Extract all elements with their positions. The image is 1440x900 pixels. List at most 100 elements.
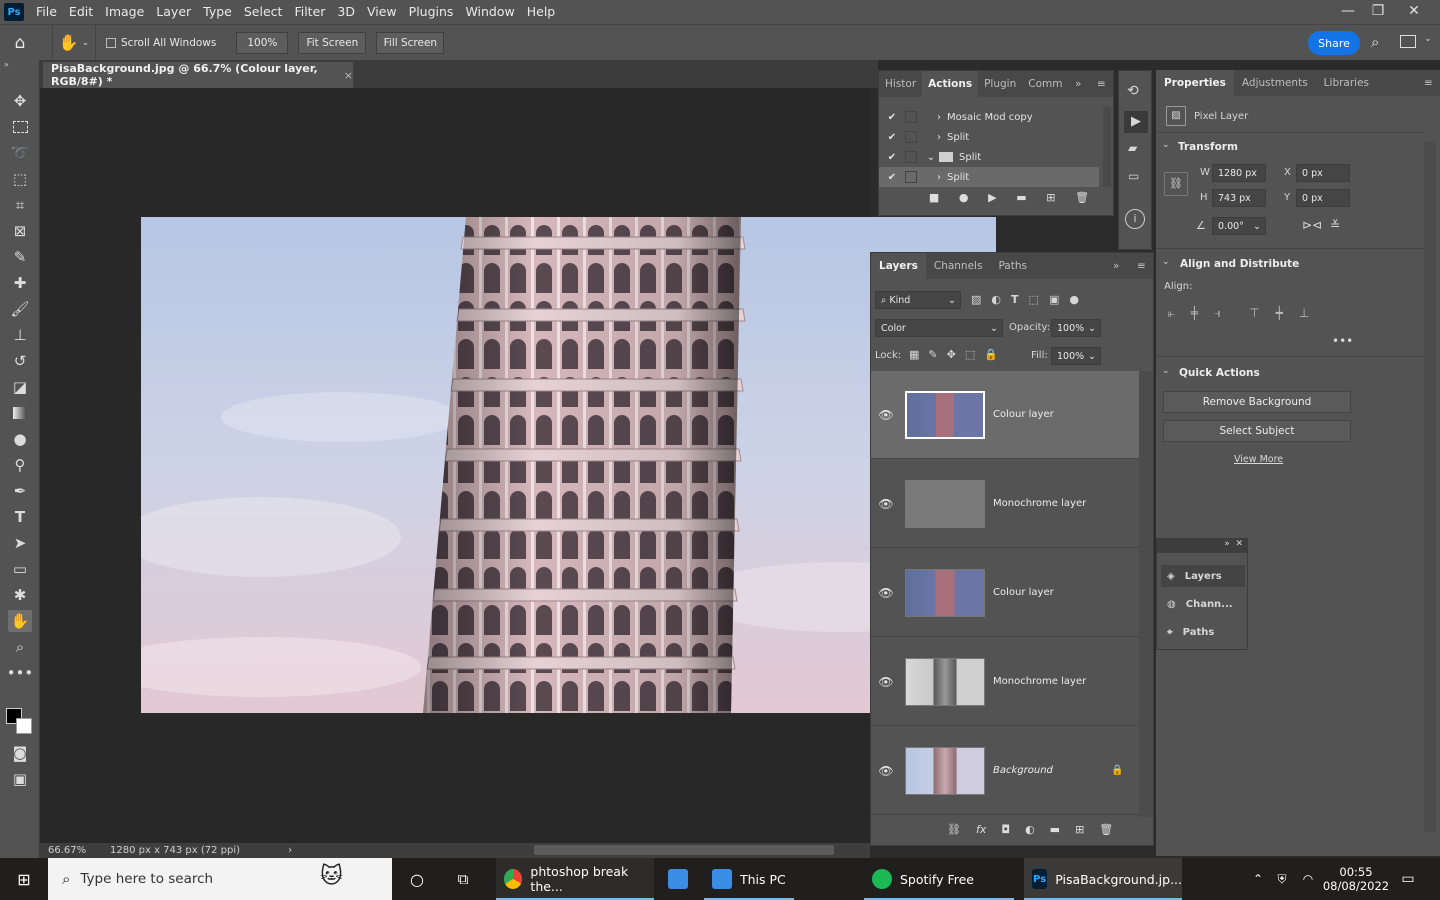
cortana-icon[interactable]: ○ bbox=[400, 858, 434, 900]
tab-comments[interactable]: Comm bbox=[1022, 78, 1068, 90]
menu-select[interactable]: Select bbox=[238, 0, 289, 24]
menu-window[interactable]: Window bbox=[459, 0, 520, 24]
document-tab[interactable]: PisaBackground.jpg @ 66.7% (Colour layer… bbox=[43, 62, 353, 88]
y-input[interactable]: 0 px bbox=[1296, 189, 1350, 207]
chevron-down-icon[interactable]: ⌄ bbox=[925, 152, 937, 163]
check-icon[interactable]: ✔ bbox=[879, 112, 905, 123]
pen-tool-icon[interactable]: ✒ bbox=[8, 480, 32, 502]
layer-row[interactable]: 👁 Colour layer bbox=[871, 371, 1139, 459]
remove-background-button[interactable]: Remove Background bbox=[1163, 391, 1351, 413]
tab-paths[interactable]: Paths bbox=[990, 260, 1035, 272]
action-item[interactable]: ✔ › Mosaic Mod copy bbox=[879, 107, 1099, 127]
windows-start-icon[interactable]: ⊞ bbox=[0, 858, 48, 900]
chevron-right-icon[interactable]: › bbox=[288, 845, 292, 856]
flip-horizontal-icon[interactable]: ⊳⊲ bbox=[1302, 218, 1322, 232]
dock-item-layers[interactable]: ◈ Layers bbox=[1161, 565, 1245, 587]
scroll-all-checkbox[interactable] bbox=[106, 37, 116, 48]
delete-icon[interactable]: 🗑 bbox=[1075, 191, 1089, 204]
visibility-eye-icon[interactable]: 👁 bbox=[871, 675, 901, 689]
link-layers-icon[interactable]: ⛓ bbox=[947, 823, 961, 836]
taskbar-chrome[interactable]: phtoshop break the... bbox=[496, 858, 654, 900]
taskbar-spotify[interactable]: Spotify Free bbox=[864, 858, 1014, 900]
rectangle-tool-icon[interactable]: ▭ bbox=[8, 558, 32, 580]
crop-tool-icon[interactable]: ⌗ bbox=[8, 194, 32, 216]
lock-artboard-icon[interactable]: ⬚ bbox=[965, 348, 975, 361]
height-input[interactable]: 743 px bbox=[1212, 189, 1266, 207]
stop-icon[interactable]: ■ bbox=[929, 191, 939, 204]
layer-name[interactable]: Colour layer bbox=[993, 587, 1054, 598]
canvas-area[interactable] bbox=[40, 88, 996, 843]
brush-tool-icon[interactable]: 🖌 bbox=[8, 298, 32, 320]
panel-expand-icon[interactable]: » bbox=[1113, 260, 1119, 272]
menu-image[interactable]: Image bbox=[99, 0, 150, 24]
restore-button[interactable]: ❐ bbox=[1360, 0, 1396, 24]
panel-expand-icon[interactable]: » bbox=[1075, 78, 1081, 90]
width-input[interactable]: 1280 px bbox=[1212, 164, 1266, 182]
align-center-h-icon[interactable]: ╪ bbox=[1191, 306, 1198, 321]
chevron-down-icon[interactable]: ⌄ bbox=[1424, 34, 1432, 44]
hand-tool-preset-icon[interactable]: ✋ ⌄ bbox=[52, 24, 96, 61]
chevron-right-icon[interactable]: › bbox=[931, 172, 947, 183]
background-color-swatch[interactable] bbox=[16, 718, 32, 734]
chevron-right-icon[interactable]: › bbox=[931, 112, 947, 123]
path-select-icon[interactable]: ➤ bbox=[8, 532, 32, 554]
layer-row[interactable]: 👁 Colour layer bbox=[871, 549, 1139, 637]
taskbar-this-pc[interactable]: This PC bbox=[704, 858, 854, 900]
select-subject-button[interactable]: Select Subject bbox=[1163, 420, 1351, 442]
panel-menu-icon[interactable]: ≡ bbox=[1097, 78, 1106, 90]
align-center-v-icon[interactable]: ┿ bbox=[1276, 306, 1283, 321]
gradient-icon[interactable] bbox=[8, 402, 32, 424]
tab-layers[interactable]: Layers bbox=[871, 253, 926, 279]
menu-layer[interactable]: Layer bbox=[150, 0, 197, 24]
add-mask-icon[interactable]: ◘ bbox=[1001, 823, 1010, 836]
floating-panel-header[interactable]: » ✕ bbox=[1157, 539, 1247, 553]
align-left-icon[interactable]: ⫦ bbox=[1168, 306, 1175, 321]
layer-row[interactable]: 👁 Monochrome layer bbox=[871, 638, 1139, 726]
search-icon[interactable]: ⌕ bbox=[1371, 33, 1379, 51]
check-icon[interactable]: ✔ bbox=[879, 152, 905, 163]
horizontal-scrollbar[interactable] bbox=[534, 845, 834, 855]
visibility-eye-icon[interactable]: 👁 bbox=[871, 586, 901, 600]
taskbar-pc-app[interactable] bbox=[658, 858, 698, 900]
opacity-input[interactable]: 100% ⌄ bbox=[1051, 319, 1101, 337]
blend-mode-select[interactable]: Color ⌄ bbox=[875, 319, 1003, 337]
new-group-icon[interactable]: ▬ bbox=[1050, 823, 1060, 836]
zoom-100-button[interactable]: 100% bbox=[236, 31, 289, 54]
dialog-toggle[interactable] bbox=[905, 111, 917, 123]
collapse-icon[interactable]: » bbox=[1224, 539, 1230, 549]
smart-object-filter-icon[interactable]: ▣ bbox=[1049, 293, 1059, 306]
tab-actions[interactable]: Actions bbox=[922, 71, 979, 97]
marquee-tool-icon[interactable] bbox=[8, 116, 32, 138]
zoom-level[interactable]: 66.67% bbox=[40, 845, 90, 856]
zoom-tool-icon[interactable]: ⌕ bbox=[8, 636, 32, 658]
new-action-icon[interactable]: ⊞ bbox=[1046, 191, 1055, 204]
object-select-icon[interactable]: ⬚ bbox=[8, 168, 32, 190]
lock-paint-icon[interactable]: ✎ bbox=[928, 348, 937, 361]
menu-edit[interactable]: Edit bbox=[63, 0, 99, 24]
action-item[interactable]: ✔ › Split bbox=[879, 127, 1099, 147]
wifi-icon[interactable]: ◠ bbox=[1298, 858, 1318, 900]
dialog-toggle[interactable] bbox=[905, 131, 917, 143]
home-icon[interactable]: ⌂ bbox=[0, 33, 40, 53]
workspace-icon[interactable] bbox=[1400, 35, 1416, 48]
record-icon[interactable]: ● bbox=[959, 191, 969, 204]
security-icon[interactable]: ⛨ bbox=[1272, 858, 1292, 900]
move-tool-icon[interactable]: ✥ bbox=[8, 90, 32, 112]
comments-icon[interactable]: ▭ bbox=[1128, 169, 1139, 183]
more-tools-icon[interactable]: ••• bbox=[7, 662, 34, 684]
clone-stamp-icon[interactable]: ⊥ bbox=[8, 324, 32, 346]
actions-play-icon[interactable]: ▶ bbox=[1124, 111, 1148, 133]
taskbar-photoshop[interactable]: Ps PisaBackground.jp... bbox=[1024, 858, 1182, 900]
dialog-toggle[interactable] bbox=[905, 151, 917, 163]
fill-screen-button[interactable]: Fill Screen bbox=[376, 31, 445, 54]
eraser-icon[interactable]: ◪ bbox=[8, 376, 32, 398]
chevron-down-icon[interactable]: ⌄ bbox=[1162, 366, 1170, 376]
layers-scrollbar[interactable] bbox=[1139, 371, 1153, 817]
flip-vertical-icon[interactable]: ≚ bbox=[1330, 218, 1340, 232]
layer-name[interactable]: Background bbox=[993, 765, 1053, 776]
document-image[interactable] bbox=[141, 217, 996, 713]
visibility-eye-icon[interactable]: 👁 bbox=[871, 408, 901, 422]
check-icon[interactable]: ✔ bbox=[879, 132, 905, 143]
menu-type[interactable]: Type bbox=[197, 0, 238, 24]
panel-menu-icon[interactable]: ≡ bbox=[1424, 77, 1433, 89]
